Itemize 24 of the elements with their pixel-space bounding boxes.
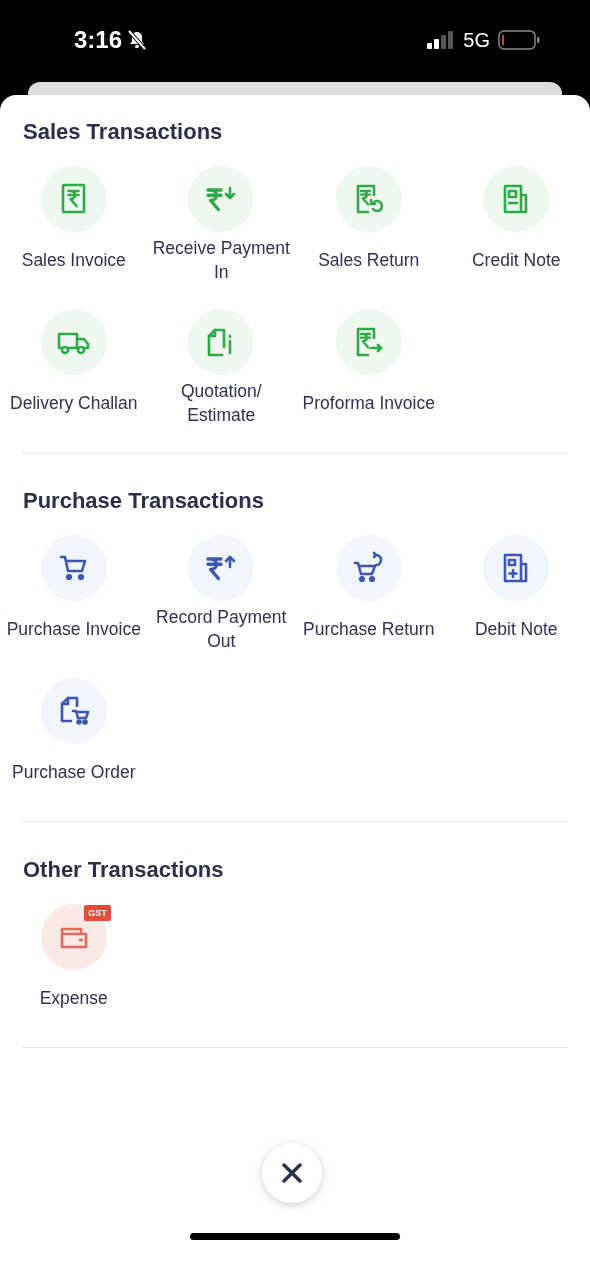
transaction-label: Debit Note	[474, 618, 558, 641]
transaction-label: Record Payment Out	[155, 606, 288, 653]
transaction-label: Purchase Invoice	[6, 618, 141, 641]
transaction-label: Purchase Return	[303, 618, 435, 641]
close-icon	[281, 1162, 303, 1184]
status-time: 3:16	[74, 25, 123, 55]
transaction-label: Sales Return	[318, 249, 420, 272]
transaction-label: Purchase Order	[12, 761, 136, 784]
network-label: 5G	[463, 28, 490, 53]
transaction-label: Credit Note	[472, 249, 561, 272]
signal-icon	[427, 31, 456, 49]
section-title: Purchase Transactions	[22, 487, 265, 515]
section-title: Other Transactions	[22, 856, 225, 884]
close-button[interactable]	[262, 1143, 322, 1203]
bell-muted-icon	[126, 29, 149, 51]
transaction-label: Expense	[39, 987, 108, 1010]
gst-badge: GST	[84, 905, 111, 921]
transaction-label: Delivery Challan	[10, 392, 138, 415]
transaction-label: Sales Invoice	[21, 249, 126, 272]
transaction-label: Quotation/ Estimate	[179, 380, 263, 427]
section-title: Sales Transactions	[22, 118, 224, 146]
transaction-label: Proforma Invoice	[302, 392, 435, 415]
transaction-label: Receive Payment In	[151, 237, 291, 284]
battery-icon	[498, 30, 540, 50]
